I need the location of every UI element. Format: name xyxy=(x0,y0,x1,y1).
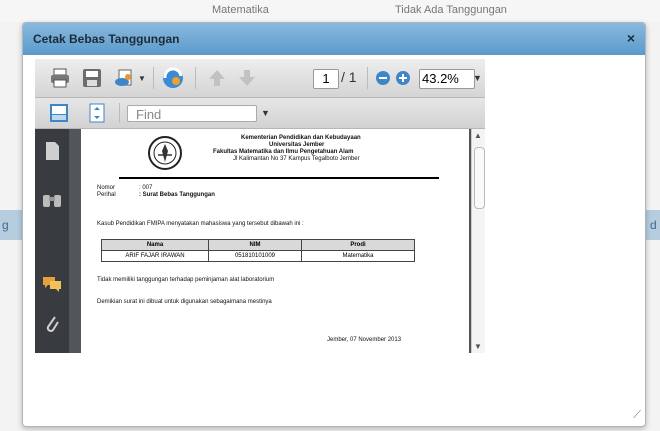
doc-nomor-value: : 007 xyxy=(139,185,153,191)
doc-perihal-value: : Surat Bebas Tanggungan xyxy=(139,192,215,198)
doc-header-address: Jl Kalimantan No 37 Kampus Tegalboto Jem… xyxy=(233,156,360,162)
doc-header-ministry: Kementerian Pendidikan dan Kebudayaan xyxy=(241,135,361,141)
doc-closing: Demikian surat ini dibuat untuk digunaka… xyxy=(97,299,272,305)
dialog-title: Cetak Bebas Tanggungan xyxy=(33,32,180,46)
zoom-input[interactable]: 43.2% xyxy=(419,69,475,89)
share-icon[interactable] xyxy=(113,67,135,89)
pdf-toolbar-secondary: Find ▼ xyxy=(35,98,485,129)
table-header-nama: Nama xyxy=(101,239,209,251)
print-dialog: Cetak Bebas Tanggungan × ▼ 1 / 1 43.2% ▼… xyxy=(22,22,646,427)
background-table-row: Matematika Tidak Ada Tanggungan xyxy=(0,0,660,22)
zoom-dropdown-icon[interactable]: ▼ xyxy=(473,73,482,83)
table-header-row: Nama NIM Prodi xyxy=(101,239,415,251)
doc-perihal-label: Perihal xyxy=(97,192,116,198)
table-row: ARIF FAJAR IRAWAN 051810101009 Matematik… xyxy=(101,250,415,262)
university-logo xyxy=(147,135,183,171)
doc-statement: Tidak memiliki tanggungan terhadap pemin… xyxy=(97,277,275,283)
table-header-nim: NIM xyxy=(208,239,302,251)
toolbar-separator xyxy=(119,103,120,123)
comments-icon[interactable] xyxy=(41,275,63,293)
toolbar-separator xyxy=(367,67,368,89)
pdf-vertical-scrollbar[interactable]: ▲ ▼ xyxy=(471,129,485,353)
find-input[interactable]: Find xyxy=(127,105,257,122)
dialog-titlebar[interactable]: Cetak Bebas Tanggungan × xyxy=(23,23,645,55)
table-cell-nim: 051810101009 xyxy=(208,250,302,262)
pdf-viewer: ▼ 1 / 1 43.2% ▼ Find ▼ Kementerian Pendi… xyxy=(35,59,485,353)
collaborate-icon[interactable] xyxy=(161,66,185,90)
doc-header-university: Universitas Jember xyxy=(269,142,325,148)
toolbar-separator xyxy=(153,67,154,89)
doc-nomor-label: Nomor xyxy=(97,185,116,191)
background-band-left-text: g xyxy=(2,218,9,232)
scroll-up-icon[interactable]: ▲ xyxy=(474,131,482,140)
next-page-icon[interactable] xyxy=(237,68,257,88)
share-dropdown-icon[interactable]: ▼ xyxy=(137,73,147,83)
pdf-sidebar xyxy=(35,129,69,353)
pdf-toolbar-main: ▼ 1 / 1 43.2% ▼ xyxy=(35,59,485,98)
table-cell-nama: ARIF FAJAR IRAWAN xyxy=(101,250,209,262)
fit-width-icon[interactable] xyxy=(49,103,69,123)
print-icon[interactable] xyxy=(49,67,71,89)
background-cell-status: Tidak Ada Tanggungan xyxy=(395,4,507,16)
find-dropdown-icon[interactable]: ▼ xyxy=(261,108,270,118)
doc-header-faculty: Fakultas Matematika dan Ilmu Pengetahuan… xyxy=(213,149,354,155)
pdf-page: Kementerian Pendidikan dan Kebudayaan Un… xyxy=(81,129,469,353)
doc-intro: Kasub Pendidikan FMIPA menyatakan mahasi… xyxy=(97,221,304,227)
table-header-prodi: Prodi xyxy=(301,239,415,251)
student-table: Nama NIM Prodi ARIF FAJAR IRAWAN 0518101… xyxy=(101,239,415,262)
doc-date: Jember, 07 November 2013 xyxy=(327,337,402,343)
letterhead-divider xyxy=(119,177,439,179)
save-icon[interactable] xyxy=(81,67,103,89)
zoom-out-icon[interactable] xyxy=(375,70,391,86)
close-icon[interactable]: × xyxy=(627,30,635,46)
previous-page-icon[interactable] xyxy=(207,68,227,88)
background-cell-prodi: Matematika xyxy=(212,4,269,16)
zoom-in-icon[interactable] xyxy=(395,70,411,86)
page-total: / 1 xyxy=(341,69,357,85)
bookmarks-icon[interactable] xyxy=(41,191,63,209)
fit-page-icon[interactable] xyxy=(87,103,107,123)
scroll-down-icon[interactable]: ▼ xyxy=(474,342,482,351)
background-band-right-text: d xyxy=(650,218,657,232)
toolbar-separator xyxy=(195,67,196,89)
pages-icon[interactable] xyxy=(43,141,61,161)
page-number-input[interactable]: 1 xyxy=(313,69,339,89)
table-cell-prodi: Matematika xyxy=(301,250,415,262)
attachments-icon[interactable] xyxy=(43,313,61,335)
scrollbar-thumb[interactable] xyxy=(474,147,485,209)
resize-handle-icon[interactable]: ⟋ xyxy=(633,409,641,422)
